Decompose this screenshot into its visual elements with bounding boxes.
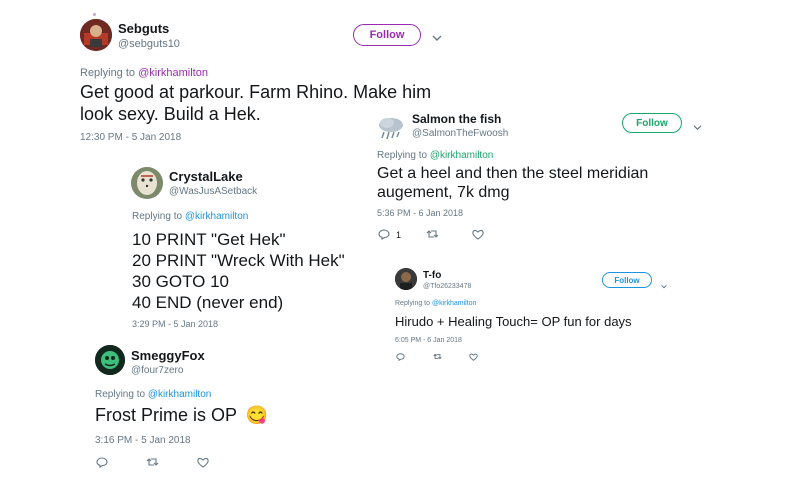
reply-icon [396, 353, 405, 361]
avatar[interactable] [95, 345, 125, 375]
replying-to: Replying to @kirkhamilton [395, 300, 476, 307]
replying-to: Replying to @kirkhamilton [80, 67, 208, 79]
replying-to: Replying to @kirkhamilton [132, 211, 248, 222]
replying-prefix: Replying to [377, 150, 428, 161]
tweet-text: 10 PRINT "Get Hek" 20 PRINT "Wreck With … [132, 229, 372, 313]
user-handle[interactable]: @sebguts10 [118, 38, 180, 50]
user-handle[interactable]: @SalmonTheFwoosh [412, 128, 508, 139]
reply-button[interactable] [396, 353, 405, 361]
display-name[interactable]: Salmon the fish [412, 112, 501, 126]
mention-link[interactable]: @kirkhamilton [432, 300, 476, 307]
display-name[interactable]: CrystalLake [169, 169, 243, 184]
timestamp[interactable]: 3:29 PM - 5 Jan 2018 [132, 319, 218, 329]
timestamp[interactable]: 3:16 PM - 5 Jan 2018 [95, 435, 191, 446]
timestamp[interactable]: 5:36 PM - 6 Jan 2018 [377, 208, 463, 218]
mention-link[interactable]: @kirkhamilton [138, 67, 208, 79]
mention-link[interactable]: @kirkhamilton [430, 150, 494, 161]
avatar[interactable] [80, 19, 112, 51]
tweet-text-line: Get good at parkour. Farm Rhino. Make hi… [80, 82, 432, 102]
tweet-text-line: 30 GOTO 10 [132, 272, 230, 291]
heart-icon [197, 457, 209, 468]
tweet-text-line: 20 PRINT "Wreck With Hek" [132, 251, 345, 270]
emoji: 😋 [245, 405, 269, 425]
replying-prefix: Replying to [95, 389, 146, 400]
heart-icon [472, 229, 484, 240]
follow-button[interactable]: Follow [622, 113, 682, 133]
avatar[interactable] [395, 268, 417, 290]
like-button[interactable] [472, 229, 484, 240]
tweet-text: Hirudo + Healing Touch= OP fun for days [395, 314, 632, 329]
replying-prefix: Replying to [132, 211, 183, 222]
tweet-text-line: Get a heel and then the steel meridian [377, 165, 649, 182]
retweet-button[interactable] [426, 229, 439, 239]
reply-count: 1 [396, 229, 402, 240]
follow-label: Follow [614, 275, 640, 285]
timestamp[interactable]: 6:05 PM - 6 Jan 2018 [395, 337, 462, 344]
retweet-icon [426, 230, 439, 238]
tweet-text-line: augement, 7k dmg [377, 184, 510, 202]
tweet-text-line: 10 PRINT "Get Hek" [132, 230, 286, 249]
follow-button[interactable]: Follow [602, 272, 652, 288]
follow-button[interactable]: Follow [353, 24, 421, 46]
tweet-text: Get a heel and then the steel meridian a… [377, 164, 697, 202]
display-name[interactable]: Sebguts [118, 21, 169, 36]
retweet-button[interactable] [433, 353, 442, 360]
timestamp[interactable]: 12:30 PM - 5 Jan 2018 [80, 132, 181, 143]
chevron-down-icon[interactable] [661, 276, 667, 294]
avatar[interactable] [376, 112, 406, 142]
retweet-button[interactable] [146, 457, 159, 467]
chevron-down-icon[interactable] [693, 118, 702, 136]
mention-link[interactable]: @kirkhamilton [185, 211, 249, 222]
follow-label: Follow [636, 117, 668, 129]
user-handle[interactable]: @four7zero [131, 365, 183, 376]
reply-button[interactable] [96, 457, 108, 468]
user-handle[interactable]: @WasJusASetback [169, 186, 257, 197]
like-button[interactable] [469, 353, 478, 361]
mention-link[interactable]: @kirkhamilton [148, 389, 212, 400]
replying-prefix: Replying to [80, 67, 136, 79]
avatar[interactable] [131, 167, 163, 199]
reply-icon [378, 229, 390, 240]
replying-to: Replying to @kirkhamilton [377, 150, 493, 161]
retweet-icon [433, 353, 442, 360]
heart-icon [469, 353, 478, 361]
reply-icon [96, 457, 108, 468]
display-name[interactable]: T-fo [423, 270, 441, 281]
display-name[interactable]: SmeggyFox [131, 348, 205, 363]
replying-to: Replying to @kirkhamilton [95, 389, 211, 400]
user-handle[interactable]: @Tfo26233478 [423, 283, 471, 290]
replying-prefix: Replying to [395, 300, 431, 307]
tweet-text: Frost Prime is OP 😋 [95, 405, 268, 427]
avatar-notch [93, 13, 96, 16]
tweet-text-line: Frost Prime is OP [95, 405, 237, 425]
chevron-down-icon[interactable] [432, 29, 442, 47]
tweet-text-line: 40 END (never end) [132, 293, 284, 312]
reply-button[interactable]: 1 [378, 229, 401, 240]
follow-label: Follow [369, 29, 405, 41]
like-button[interactable] [197, 457, 209, 468]
retweet-icon [146, 458, 159, 466]
